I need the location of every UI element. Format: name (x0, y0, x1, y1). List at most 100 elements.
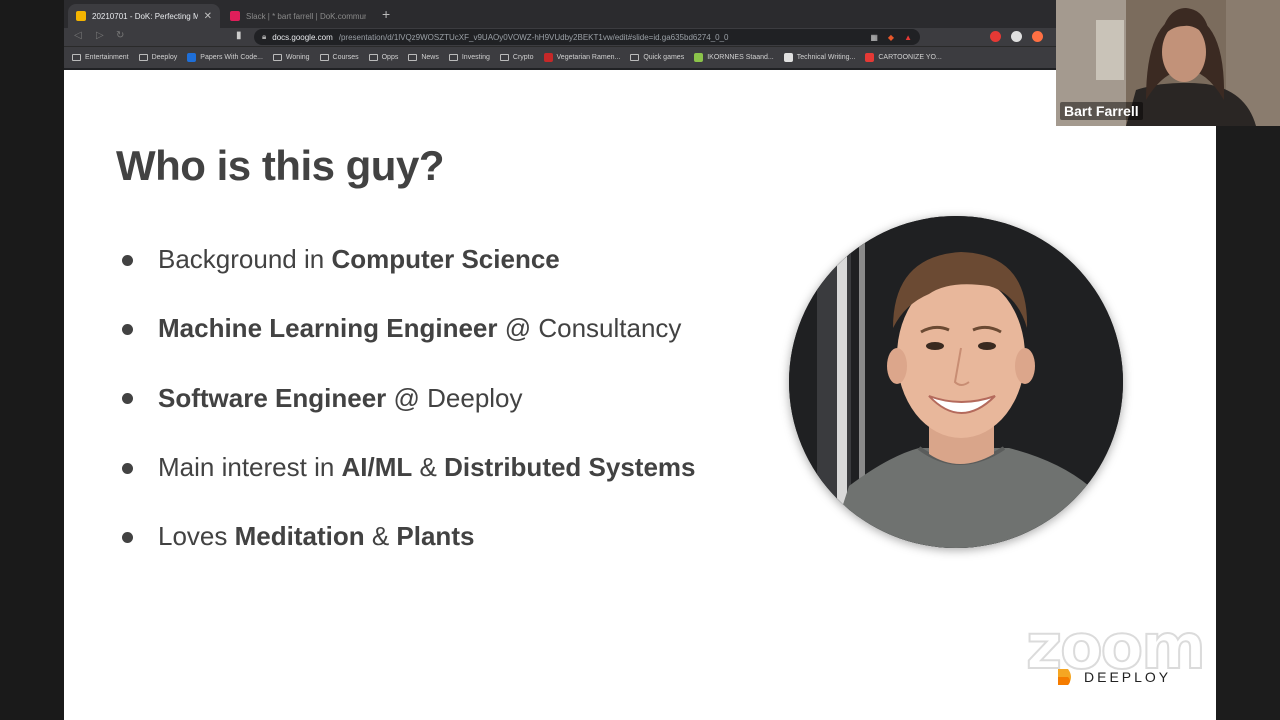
bookmark-label: CARTOONIZE YO... (878, 54, 942, 61)
tab-title: Slack | * bart farrell | DoK.community (246, 11, 366, 21)
qr-code-icon[interactable]: ▦ (870, 33, 878, 42)
address-bar[interactable]: 🔒︎ docs.google.com/presentation/d/1lVQz9… (254, 29, 920, 45)
bookmark-label: Deeploy (151, 54, 178, 61)
bookmark-label: Woning (285, 54, 310, 61)
folder-icon (448, 54, 458, 61)
grammarly-icon[interactable] (1011, 31, 1022, 42)
bookmark-label: Quick games (643, 54, 685, 61)
bookmark-label: Crypto (512, 54, 534, 61)
bullet-list: Background in Computer Science Machine Le… (120, 225, 696, 571)
bullet-item: Background in Computer Science (120, 225, 696, 294)
bullet-emphasis: Plants (396, 521, 475, 552)
bookmark-item[interactable]: Deeploy (138, 54, 178, 61)
folder-icon (368, 54, 378, 61)
bookmarks-bar: Entertainment Deeploy Papers With Code... W… (64, 46, 1056, 68)
bullet-emphasis: Distributed Systems (444, 452, 696, 483)
browser-window: 20210701 - DoK: Perfecting M... ✕ Slack … (64, 0, 1056, 70)
close-tab-icon[interactable]: ✕ (204, 11, 212, 22)
site-favicon-icon (865, 53, 875, 62)
bookmark-icon[interactable]: ▮ (236, 30, 242, 41)
tab-title: 20210701 - DoK: Perfecting M... (92, 11, 198, 21)
deeploy-mark-icon (1058, 669, 1071, 685)
bullet-dot-icon (122, 323, 133, 335)
bullet-text: @ Deeploy (386, 382, 523, 413)
back-icon[interactable]: ◁ (74, 30, 82, 41)
site-favicon-icon (187, 53, 197, 62)
zoom-side-area (1216, 126, 1280, 720)
bullet-text: & (412, 452, 445, 483)
slack-icon (230, 11, 240, 21)
bullet-dot-icon (122, 462, 133, 474)
bullet-item: Loves Meditation & Plants (120, 502, 696, 571)
bookmark-item[interactable]: Entertainment (72, 54, 129, 61)
forward-icon[interactable]: ▷ (96, 30, 104, 41)
reload-icon[interactable]: ↻ (116, 30, 124, 41)
google-slides-icon (76, 11, 86, 21)
bookmark-label: IKORNNES Staand... (707, 54, 774, 61)
bullet-text: Main interest in (158, 452, 342, 483)
bookmark-label: Entertainment (85, 54, 129, 61)
deeploy-wordmark: DEEPLOY (1084, 669, 1172, 685)
bookmark-item[interactable]: Woning (272, 54, 310, 61)
brave-shield-icon[interactable]: ◆ (888, 33, 894, 42)
bullet-text: & (364, 521, 397, 552)
bookmark-item[interactable]: CARTOONIZE YO... (865, 53, 942, 62)
bullet-text: Loves (158, 521, 235, 552)
folder-icon (72, 54, 81, 61)
bookmark-label: News (421, 54, 439, 61)
bullet-emphasis: Computer Science (331, 244, 560, 275)
bookmark-label: Courses (332, 54, 359, 61)
bullet-item: Main interest in AI/ML & Distributed Sys… (120, 433, 696, 502)
extension-icon[interactable] (990, 31, 1001, 42)
bullet-text: @ Consultancy (497, 313, 682, 344)
bookmark-label: Technical Writing... (796, 54, 856, 61)
tab-slack[interactable]: Slack | * bart farrell | DoK.community (222, 4, 374, 28)
bullet-item: Machine Learning Engineer @ Consultancy (120, 294, 696, 363)
bookmark-item[interactable]: Crypto (499, 54, 534, 61)
bookmark-item[interactable]: IKORNNES Staand... (694, 53, 774, 62)
bullet-item: Software Engineer @ Deeploy (120, 364, 696, 433)
speaker-portrait (789, 216, 1123, 548)
tab-strip: 20210701 - DoK: Perfecting M... ✕ Slack … (64, 0, 1056, 28)
bookmark-item[interactable]: News (408, 54, 439, 61)
lock-icon: 🔒︎ (262, 32, 267, 41)
bookmark-label: Investing (461, 54, 490, 61)
bullet-emphasis: Machine Learning Engineer (158, 313, 498, 344)
participant-video[interactable]: Bart Farrell (1056, 0, 1280, 126)
bookmark-label: Vegetarian Ramen... (556, 54, 621, 61)
folder-icon (138, 54, 148, 61)
bullet-text: Background in (158, 244, 332, 275)
folder-icon (319, 54, 329, 61)
bookmark-item[interactable]: Vegetarian Ramen... (543, 53, 621, 62)
site-favicon-icon (543, 53, 553, 62)
brave-rewards-icon[interactable]: ▲ (904, 33, 912, 42)
tab-google-slides[interactable]: 20210701 - DoK: Perfecting M... ✕ (68, 4, 220, 28)
presentation-slide: Who is this guy? Background in Computer … (64, 70, 1216, 720)
bookmark-item[interactable]: Courses (319, 54, 359, 61)
bookmark-label: Papers With Code... (200, 54, 263, 61)
slide-title: Who is this guy? (116, 142, 444, 189)
bullet-emphasis: Meditation (234, 521, 365, 552)
bullet-dot-icon (122, 254, 133, 266)
folder-icon (272, 54, 282, 61)
site-favicon-icon (694, 53, 704, 62)
bookmark-item[interactable]: Quick games (630, 54, 684, 61)
url-path: /presentation/d/1lVQz9WOSZTUcXF_v9UAOy0V… (338, 32, 729, 42)
browser-toolbar: ◁ ▷ ↻ ▮ 🔒︎ docs.google.com/presentation/… (64, 28, 1056, 46)
site-favicon-icon (783, 53, 793, 62)
bookmark-item[interactable]: Opps (368, 54, 398, 61)
bookmark-item[interactable]: Papers With Code... (187, 53, 263, 62)
participant-name-label: Bart Farrell (1060, 102, 1143, 120)
folder-icon (630, 54, 640, 61)
bookmark-item[interactable]: Technical Writing... (783, 53, 856, 62)
bullet-dot-icon (122, 531, 133, 543)
bookmark-item[interactable]: Investing (448, 54, 490, 61)
folder-icon (499, 54, 509, 61)
extension-icon[interactable] (1032, 31, 1043, 42)
deeploy-logo: DEEPLOY (1054, 666, 1171, 688)
folder-icon (408, 54, 418, 61)
new-tab-icon[interactable]: + (382, 6, 390, 22)
bullet-dot-icon (122, 393, 133, 405)
bullet-emphasis: AI/ML (341, 452, 413, 483)
bullet-emphasis: Software Engineer (158, 382, 387, 413)
